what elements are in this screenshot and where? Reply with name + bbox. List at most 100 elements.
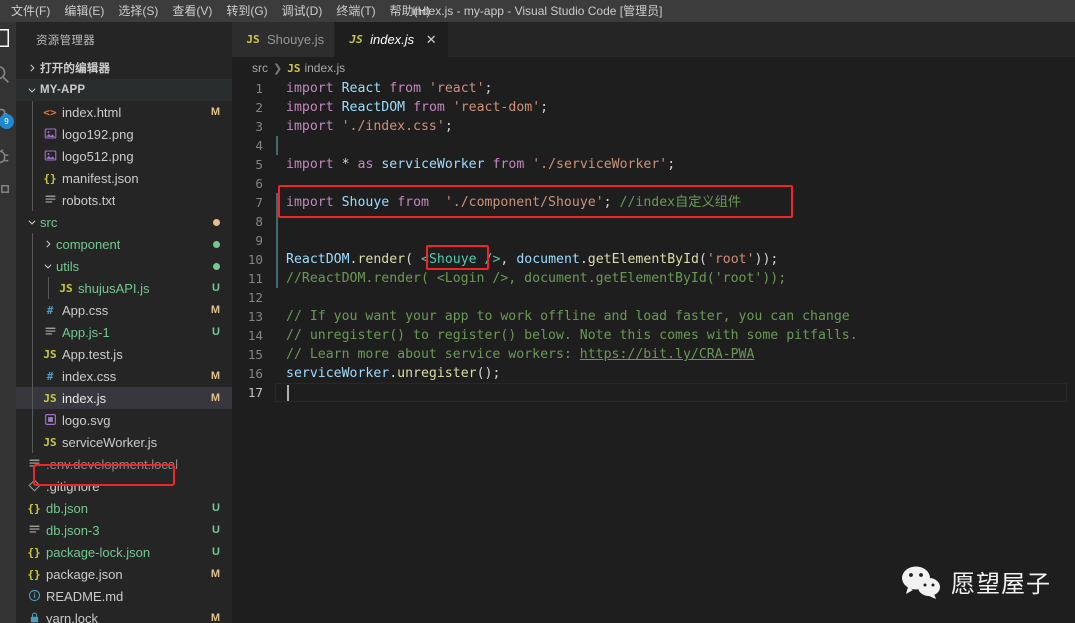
- code-line[interactable]: 6: [232, 174, 1075, 193]
- tree-item-app-css[interactable]: # App.css M: [16, 299, 232, 321]
- code-line[interactable]: 8: [232, 212, 1075, 231]
- status-badge: M: [210, 370, 220, 382]
- code-line[interactable]: 15 // Learn more about service workers: h…: [232, 345, 1075, 364]
- tree-item-utils[interactable]: utils: [16, 255, 232, 277]
- tree-section-open-editors[interactable]: 打开的编辑器: [16, 57, 232, 79]
- tree-item-logo192-png[interactable]: logo192.png: [16, 123, 232, 145]
- code-line[interactable]: 13 // If you want your app to work offlin…: [232, 307, 1075, 326]
- tree-item-db-json-3[interactable]: db.json-3 U: [16, 519, 232, 541]
- code-line[interactable]: 2 import ReactDOM from 'react-dom';: [232, 98, 1075, 117]
- tree-item-label: index.html: [62, 104, 122, 120]
- code-line[interactable]: 9: [232, 231, 1075, 250]
- indent-guide: [276, 231, 278, 250]
- code-line[interactable]: 7 import Shouye from './component/Shouye'…: [232, 193, 1075, 212]
- tree-item-logo512-png[interactable]: logo512.png: [16, 145, 232, 167]
- image-icon: [40, 149, 60, 163]
- indent-guide: [32, 189, 33, 211]
- code-text: // unregister() to register() below. Not…: [286, 328, 858, 343]
- tree-item-component[interactable]: component: [16, 233, 232, 255]
- menu-go[interactable]: 转到(G): [219, 0, 274, 22]
- tree-item-gitignore[interactable]: .gitignore: [16, 475, 232, 497]
- extensions-icon[interactable]: [0, 180, 14, 208]
- tab-shouye-js[interactable]: JS Shouye.js: [232, 22, 336, 57]
- tree-item-serviceworker-js[interactable]: JS serviceWorker.js: [16, 431, 232, 453]
- status-dot: [213, 240, 220, 248]
- code-line[interactable]: 14 // unregister() to register() below. N…: [232, 326, 1075, 345]
- code-line[interactable]: 10 ReactDOM.render( <Shouye />, document.…: [232, 250, 1075, 269]
- tree-item-index-html[interactable]: <> index.html M: [16, 101, 232, 123]
- tree-item-package-json[interactable]: {} package.json M: [16, 563, 232, 585]
- breadcrumb: src ❯ JS index.js: [232, 57, 1075, 79]
- tree-item-env-development-local[interactable]: .env.development.local: [16, 453, 232, 475]
- tree-item-label: manifest.json: [62, 170, 139, 186]
- code-text: //ReactDOM.render( <Login />, document.g…: [286, 271, 787, 286]
- line-number: 5: [255, 157, 263, 172]
- tree-item-readme-md[interactable]: README.md: [16, 585, 232, 607]
- line-number: 1: [255, 81, 263, 96]
- indent-guide: [32, 387, 33, 409]
- menu-view[interactable]: 查看(V): [165, 0, 219, 22]
- code-text: import ReactDOM from 'react-dom';: [286, 100, 549, 115]
- tree-item-logo-svg[interactable]: logo.svg: [16, 409, 232, 431]
- tree-item-yarn-lock[interactable]: yarn.lock M: [16, 607, 232, 623]
- tree-item-label: README.md: [46, 588, 124, 604]
- tree-item-label: logo192.png: [62, 126, 134, 142]
- tree-item-label: component: [56, 236, 121, 252]
- code-line[interactable]: 4: [232, 136, 1075, 155]
- js-icon: JS: [349, 33, 363, 46]
- tree-item-label: src: [40, 214, 58, 230]
- code-line[interactable]: 5 import * as serviceWorker from './servi…: [232, 155, 1075, 174]
- tree-item-label: App.js-1: [62, 324, 110, 340]
- tree-item-label: robots.txt: [62, 192, 116, 208]
- code-editor[interactable]: 1 import React from 'react'; 2 import React…: [232, 79, 1075, 623]
- tree-item-manifest-json[interactable]: {} manifest.json: [16, 167, 232, 189]
- line-number: 17: [247, 385, 263, 400]
- code-line[interactable]: 1 import React from 'react';: [232, 79, 1075, 98]
- menu-edit[interactable]: 编辑(E): [57, 0, 111, 22]
- tree-item-index-css[interactable]: # index.css M: [16, 365, 232, 387]
- status-badge: U: [212, 502, 220, 514]
- line-number: 11: [247, 271, 263, 286]
- project-label: MY-APP: [40, 84, 86, 96]
- js-icon: JS: [43, 347, 57, 361]
- code-line[interactable]: 3 import './index.css';: [232, 117, 1075, 136]
- tree-item-app-js-1[interactable]: App.js-1 U: [16, 321, 232, 343]
- code-line[interactable]: 11 //ReactDOM.render( <Login />, document…: [232, 269, 1075, 288]
- tab-index-js[interactable]: JS index.js ✕: [335, 22, 450, 57]
- menu-help[interactable]: 帮助(H): [383, 0, 438, 22]
- file-tree[interactable]: 打开的编辑器 MY-APP <> index.html M logo192.png lo…: [16, 57, 232, 623]
- code-text: import './index.css';: [286, 119, 453, 134]
- tree-item-shujusapi-js[interactable]: JS shujusAPI.js U: [16, 277, 232, 299]
- chevron-down-icon: [40, 261, 56, 271]
- tree-section-project[interactable]: MY-APP: [16, 79, 232, 101]
- tree-item-app-test-js[interactable]: JS App.test.js: [16, 343, 232, 365]
- json-icon: {}: [27, 545, 41, 559]
- close-icon[interactable]: ✕: [424, 33, 438, 46]
- json-icon: {}: [27, 567, 41, 581]
- indent-guide: [32, 123, 33, 145]
- menu-file[interactable]: 文件(F): [4, 0, 57, 22]
- tree-item-db-json[interactable]: {} db.json U: [16, 497, 232, 519]
- code-line[interactable]: 16 serviceWorker.unregister();: [232, 364, 1075, 383]
- line-number: 8: [255, 214, 263, 229]
- menu-selection[interactable]: 选择(S): [111, 0, 165, 22]
- tree-item-index-js[interactable]: JS index.js M: [16, 387, 232, 409]
- explorer-icon[interactable]: [0, 24, 14, 52]
- breadcrumb-file[interactable]: index.js: [304, 61, 345, 75]
- menu-terminal[interactable]: 终端(T): [329, 0, 382, 22]
- indent-guide: [276, 250, 278, 269]
- code-line[interactable]: 17: [232, 383, 1075, 402]
- line-number: 6: [255, 176, 263, 191]
- tree-item-label: index.css: [62, 368, 117, 384]
- line-number: 3: [255, 119, 263, 134]
- search-icon[interactable]: [0, 60, 14, 88]
- code-line[interactable]: 12: [232, 288, 1075, 307]
- tree-item-robots-txt[interactable]: robots.txt: [16, 189, 232, 211]
- tree-item-src[interactable]: src: [16, 211, 232, 233]
- menu-debug[interactable]: 调试(D): [275, 0, 330, 22]
- tree-item-package-lock-json[interactable]: {} package-lock.json U: [16, 541, 232, 563]
- line-number: 12: [247, 290, 263, 305]
- debug-icon[interactable]: [0, 142, 14, 170]
- breadcrumb-folder[interactable]: src: [252, 61, 268, 75]
